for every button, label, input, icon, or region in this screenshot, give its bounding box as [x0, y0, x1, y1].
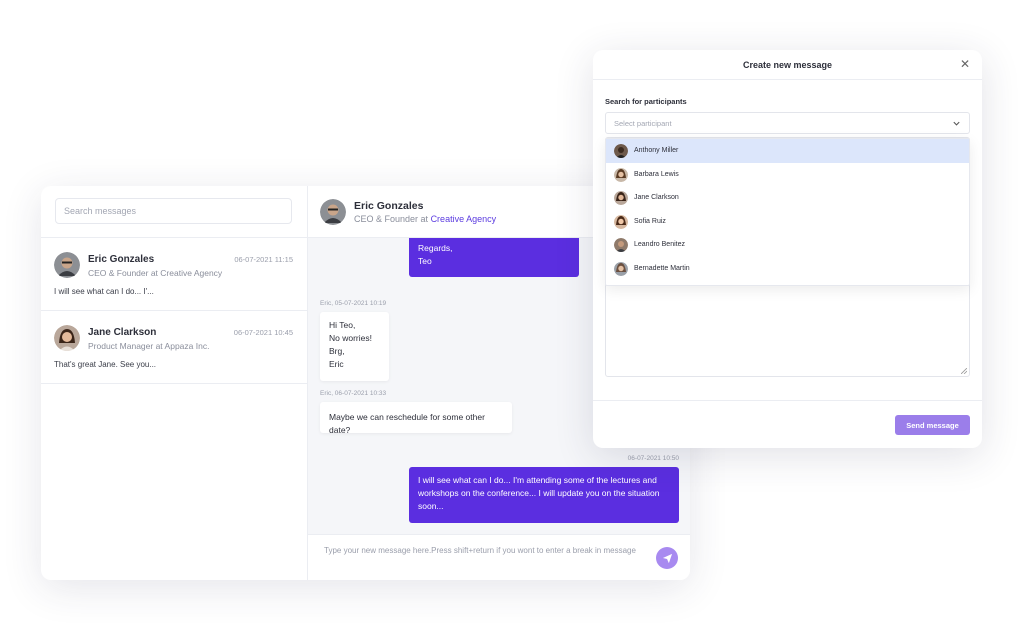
participant-option[interactable]: Jane Clarkson — [606, 186, 969, 210]
message-bubble-outgoing: I will see what can I do... I'm attendin… — [409, 467, 679, 523]
conversation-role: Product Manager at Appaza Inc. — [88, 341, 210, 351]
modal-title: Create new message — [742, 60, 833, 70]
paper-plane-icon — [662, 553, 672, 563]
message-line: Brg, — [329, 346, 345, 356]
message-line: soon... — [418, 501, 444, 511]
conversation-name: Eric Gonzales — [88, 254, 155, 265]
avatar — [614, 191, 628, 205]
message-meta: 06-07-2021 10:50 — [627, 455, 679, 462]
participant-select[interactable]: Select participant — [605, 112, 970, 134]
company-link[interactable]: Creative Agency — [431, 214, 497, 224]
conversation-time: 06-07-2021 11:15 — [234, 255, 293, 264]
avatar — [614, 214, 628, 229]
message-line: No worries! — [329, 333, 372, 343]
participant-option[interactable]: Leandro Benitez — [606, 233, 969, 257]
select-placeholder: Select participant — [614, 119, 672, 128]
message-line: Eric — [329, 359, 344, 369]
participant-option[interactable]: Sofia Ruiz — [606, 210, 969, 234]
resize-handle-icon — [961, 368, 967, 374]
close-icon: ✕ — [959, 57, 971, 71]
participant-name: Jane Clarkson — [634, 194, 679, 201]
send-button[interactable] — [656, 547, 678, 569]
participant-option[interactable]: Anthony Miller — [606, 139, 969, 163]
conversation-role: CEO & Founder at Creative Agency — [88, 268, 223, 278]
message-line: Teo — [418, 256, 432, 266]
participant-name: Bernadette Martin — [634, 264, 690, 272]
message-line: Hi Teo, — [329, 320, 356, 330]
create-message-modal: Create new message ✕ Search for particip… — [593, 50, 982, 448]
message-line: I will see what can I do... I'm attendin… — [418, 475, 657, 485]
participants-label: Search for participants — [605, 97, 687, 106]
avatar — [614, 261, 628, 276]
close-button[interactable]: ✕ — [958, 57, 972, 71]
conversation-sidebar: Eric Gonzales CEO & Founder at Creative … — [41, 186, 308, 580]
message-composer — [308, 534, 690, 580]
conversation-item-jane[interactable]: Jane Clarkson Product Manager at Appaza … — [41, 311, 307, 384]
message-line: workshops on the conference... I will up… — [418, 488, 660, 498]
participant-name: Barbara Lewis — [634, 170, 679, 178]
message-line: Maybe we can reschedule for some other d… — [329, 412, 485, 435]
avatar — [614, 167, 628, 182]
participant-option[interactable]: Bernadette Martin — [606, 257, 969, 281]
avatar — [614, 144, 628, 158]
conversation-preview: I will see what can I do... I'... — [54, 287, 154, 296]
modal-header: Create new message ✕ — [593, 50, 982, 80]
participant-dropdown: Anthony Miller Barbara Lewis Jane Clarks… — [605, 138, 970, 286]
conversation-preview: That's great Jane. See you... — [54, 360, 157, 369]
conversation-time: 06-07-2021 10:45 — [233, 328, 293, 337]
message-bubble-incoming: Maybe we can reschedule for some other d… — [320, 402, 512, 435]
search-messages-input[interactable] — [55, 198, 292, 224]
participant-name: Sofia Ruiz — [634, 217, 666, 225]
message-meta: Eric, 05-07-2021 10:19 — [320, 300, 387, 307]
new-message-input[interactable] — [324, 547, 644, 571]
participant-name: Anthony Miller — [634, 147, 679, 154]
conversation-item-eric[interactable]: Eric Gonzales CEO & Founder at Creative … — [41, 238, 307, 311]
avatar — [54, 325, 80, 351]
participant-name: Leandro Benitez — [634, 241, 685, 248]
avatar — [614, 238, 628, 252]
avatar — [54, 252, 80, 278]
message-meta: Eric, 06-07-2021 10:33 — [320, 390, 387, 397]
avatar — [320, 199, 346, 225]
contact-name: Eric Gonzales — [354, 200, 424, 212]
chevron-down-icon — [953, 121, 960, 126]
message-line: Regards, — [418, 243, 453, 253]
conversation-name: Jane Clarkson — [88, 327, 157, 338]
send-message-button[interactable]: Send message — [895, 415, 970, 435]
stage: Eric Gonzales CEO & Founder at Creative … — [0, 0, 1024, 637]
message-bubble-incoming: Hi Teo, No worries! Brg, Eric — [320, 312, 389, 381]
contact-role: CEO & Founder at Creative Agency — [354, 214, 496, 224]
participant-option[interactable]: Barbara Lewis — [606, 163, 969, 187]
message-bubble-outgoing: Regards, Teo — [409, 238, 579, 277]
modal-footer: Send message — [593, 400, 982, 448]
contact-role-prefix: CEO & Founder at — [354, 214, 429, 224]
search-bar — [41, 186, 307, 238]
